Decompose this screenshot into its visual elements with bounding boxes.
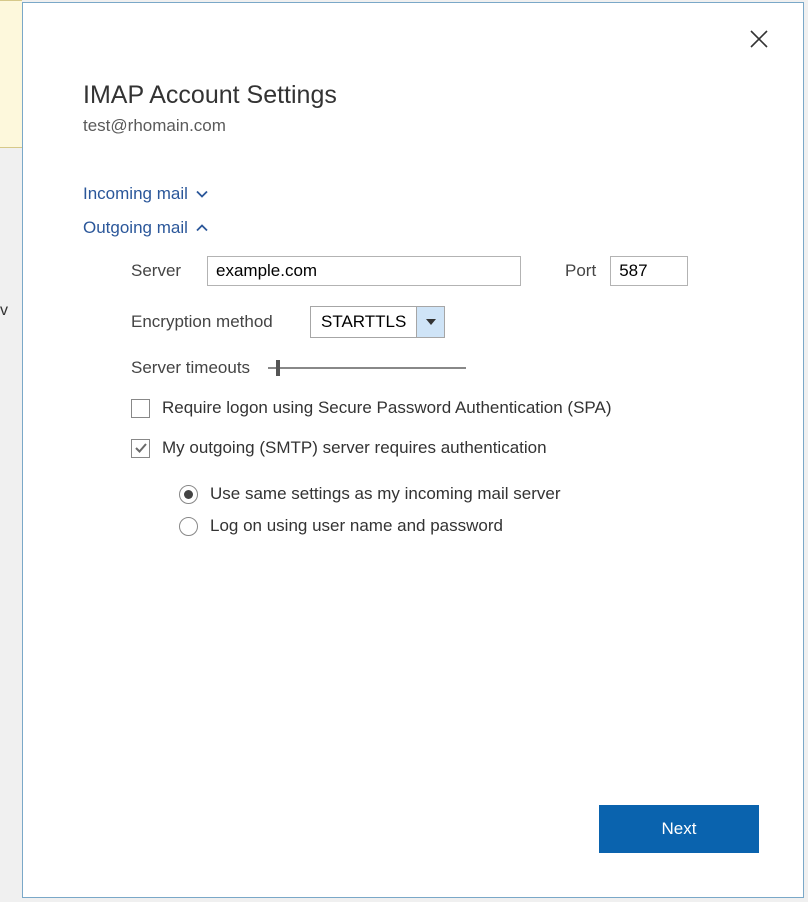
radio-logon[interactable] [179,517,198,536]
chevron-up-icon [196,219,208,237]
section-incoming-label: Incoming mail [83,184,188,204]
port-input[interactable] [610,256,688,286]
close-button[interactable] [741,21,777,57]
encryption-value: STARTTLS [311,307,416,337]
dropdown-button[interactable] [416,307,444,337]
background-fragment-box [0,1,22,147]
section-incoming-mail[interactable]: Incoming mail [83,184,208,204]
spa-label: Require logon using Secure Password Auth… [162,398,612,418]
timeout-slider[interactable] [268,358,466,378]
account-email: test@rhomain.com [83,116,743,136]
encryption-dropdown[interactable]: STARTTLS [310,306,445,338]
encryption-label: Encryption method [131,312,296,332]
chevron-down-icon [196,185,208,203]
background-fragment-text: v [0,302,18,320]
next-button[interactable]: Next [599,805,759,853]
radio-same-settings-row[interactable]: Use same settings as my incoming mail se… [179,484,743,504]
radio-logon-row[interactable]: Log on using user name and password [179,516,743,536]
background-fragment-border [0,147,22,148]
slider-track-line [268,367,466,369]
caret-down-icon [426,319,436,325]
section-outgoing-mail[interactable]: Outgoing mail [83,218,208,238]
page-title: IMAP Account Settings [83,81,743,110]
radio-logon-label: Log on using user name and password [210,516,503,536]
imap-settings-dialog: IMAP Account Settings test@rhomain.com I… [22,2,804,898]
port-label: Port [565,261,596,281]
timeout-label: Server timeouts [131,358,250,378]
slider-thumb[interactable] [276,360,280,376]
check-icon [134,441,148,455]
spa-checkbox[interactable] [131,399,150,418]
spa-checkbox-row[interactable]: Require logon using Secure Password Auth… [131,398,743,418]
radio-same-label: Use same settings as my incoming mail se… [210,484,561,504]
server-input[interactable] [207,256,521,286]
server-label: Server [131,261,193,281]
auth-label: My outgoing (SMTP) server requires authe… [162,438,547,458]
radio-same-settings[interactable] [179,485,198,504]
auth-checkbox-row[interactable]: My outgoing (SMTP) server requires authe… [131,438,743,458]
close-icon [749,29,769,49]
section-outgoing-label: Outgoing mail [83,218,188,238]
auth-checkbox[interactable] [131,439,150,458]
